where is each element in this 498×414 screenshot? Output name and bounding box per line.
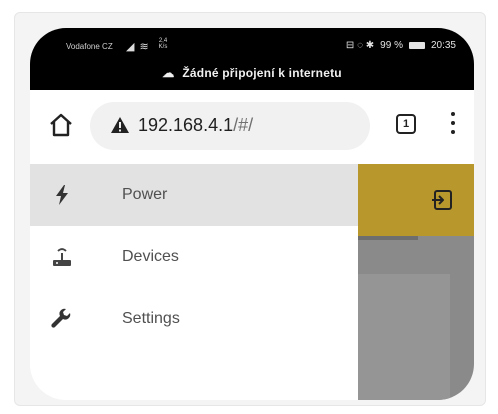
menu-dot-icon xyxy=(451,130,455,134)
offline-text: Žádné připojení k internetu xyxy=(182,66,342,80)
clock: 20:35 xyxy=(430,40,456,51)
signal-wifi-icon: ◢ ≋ xyxy=(126,41,150,53)
router-icon xyxy=(53,248,71,266)
drawer-item-power[interactable]: Power xyxy=(30,164,358,226)
tab-switcher-button[interactable]: 1 xyxy=(396,114,416,134)
app-header-divider xyxy=(358,236,418,240)
wrench-icon xyxy=(51,308,71,328)
status-right: ⊟ ◌ ✱ 99 % 20:35 xyxy=(346,40,456,51)
drawer-item-settings[interactable]: Settings xyxy=(30,288,358,350)
phone-screen: Vodafone CZ ◢ ≋ 2,4 K/s ⊟ ◌ ✱ 99 % 20:35… xyxy=(30,28,474,400)
app-card xyxy=(358,274,450,400)
address-bar[interactable]: 192.168.4.1/#/ xyxy=(90,102,370,150)
offline-banner: ☁ Žádné připojení k internetu xyxy=(30,66,474,80)
menu-dot-icon xyxy=(451,112,455,116)
url-host: 192.168.4.1 xyxy=(138,115,234,135)
battery-percent: 99 % xyxy=(380,40,403,51)
app-header xyxy=(358,164,474,236)
battery-icon xyxy=(408,42,425,49)
network-speed-unit: K/s xyxy=(158,44,168,50)
status-row: Vodafone CZ ◢ ≋ 2,4 K/s ⊟ ◌ ✱ 99 % 20:35 xyxy=(30,38,474,58)
drawer-item-label: Devices xyxy=(122,248,179,265)
app-scrim[interactable] xyxy=(358,164,474,400)
drawer-item-label: Settings xyxy=(122,310,180,327)
drawer-item-label: Power xyxy=(122,186,168,203)
page-content: Power Devices Settings xyxy=(30,164,474,400)
drawer-item-devices[interactable]: Devices xyxy=(30,226,358,288)
bolt-icon xyxy=(56,185,68,205)
overflow-menu-button[interactable] xyxy=(450,112,456,138)
home-button[interactable] xyxy=(48,112,74,138)
status-bar: Vodafone CZ ◢ ≋ 2,4 K/s ⊟ ◌ ✱ 99 % 20:35… xyxy=(30,28,474,90)
network-speed: 2,4 K/s xyxy=(156,38,170,50)
url-text[interactable]: 192.168.4.1/#/ xyxy=(138,115,253,136)
carrier-name: Vodafone CZ xyxy=(66,42,113,51)
url-path: /#/ xyxy=(233,115,254,135)
cloud-off-icon: ☁ xyxy=(162,66,175,80)
browser-toolbar: 192.168.4.1/#/ 1 xyxy=(30,90,474,164)
status-icons: ⊟ ◌ ✱ xyxy=(345,40,375,51)
not-secure-warning-icon[interactable] xyxy=(110,116,130,134)
login-icon[interactable] xyxy=(430,188,454,212)
menu-dot-icon xyxy=(451,121,455,125)
home-icon xyxy=(50,113,72,137)
nav-drawer: Power Devices Settings xyxy=(30,164,358,400)
